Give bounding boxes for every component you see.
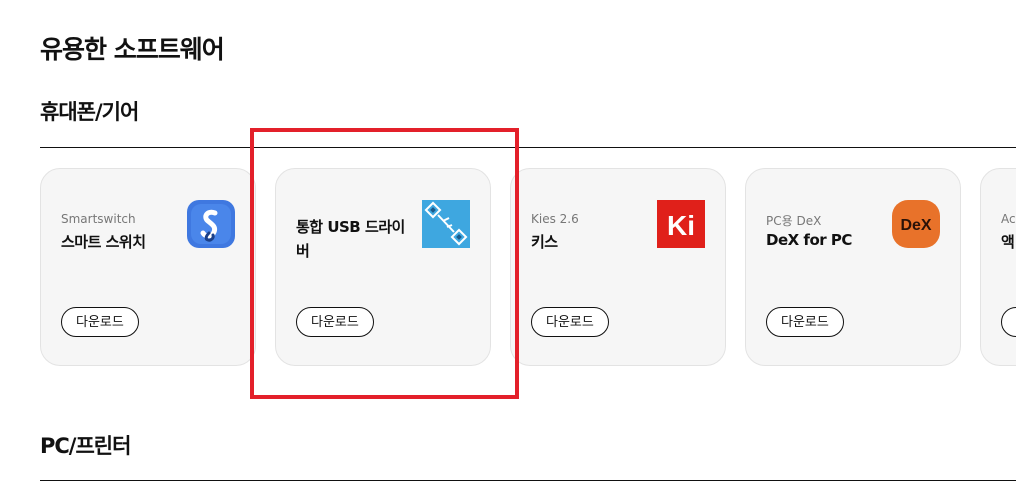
- card-name: 액: [1001, 233, 1015, 251]
- card-subtitle: Smartswitch: [61, 212, 136, 226]
- software-card-dex: PC용 DeX DeX for PC DeX 다운로드: [745, 168, 961, 366]
- section-divider: [40, 147, 1016, 148]
- software-card-kies: Kies 2.6 키스 Ki 다운로드: [510, 168, 726, 366]
- card-name: DeX for PC: [766, 231, 852, 249]
- svg-text:Ki: Ki: [667, 210, 695, 241]
- section-title-mobile: 휴대폰/기어: [40, 100, 139, 124]
- card-subtitle: Ac: [1001, 212, 1016, 226]
- software-card-usb-driver: 통합 USB 드라이버 다운로드: [275, 168, 491, 366]
- card-name: 통합 USB 드라이버: [296, 218, 405, 260]
- card-name: 스마트 스위치: [61, 233, 146, 251]
- download-button[interactable]: 다운로드: [531, 307, 609, 337]
- software-card-smartswitch: Smartswitch 스마트 스위치 다운로드: [40, 168, 256, 366]
- card-subtitle: PC용 DeX: [766, 214, 822, 228]
- page-title: 유용한 소프트웨어: [40, 35, 225, 64]
- kies-icon: Ki: [656, 199, 706, 249]
- software-carousel: Smartswitch 스마트 스위치 다운로드 통합 USB 드라이버 다운로…: [40, 168, 1016, 368]
- card-subtitle: Kies 2.6: [531, 212, 579, 226]
- section-divider: [40, 480, 1016, 481]
- card-name: 키스: [531, 233, 558, 251]
- section-title-pc: PC/프린터: [40, 434, 131, 458]
- download-button[interactable]: [1001, 307, 1016, 337]
- software-card-partial: Ac 액: [980, 168, 1016, 366]
- download-button[interactable]: 다운로드: [61, 307, 139, 337]
- dex-icon: DeX: [891, 199, 941, 249]
- download-button[interactable]: 다운로드: [296, 307, 374, 337]
- svg-text:DeX: DeX: [900, 217, 931, 234]
- smart-switch-icon: [186, 199, 236, 249]
- usb-driver-icon: [421, 199, 471, 249]
- download-button[interactable]: 다운로드: [766, 307, 844, 337]
